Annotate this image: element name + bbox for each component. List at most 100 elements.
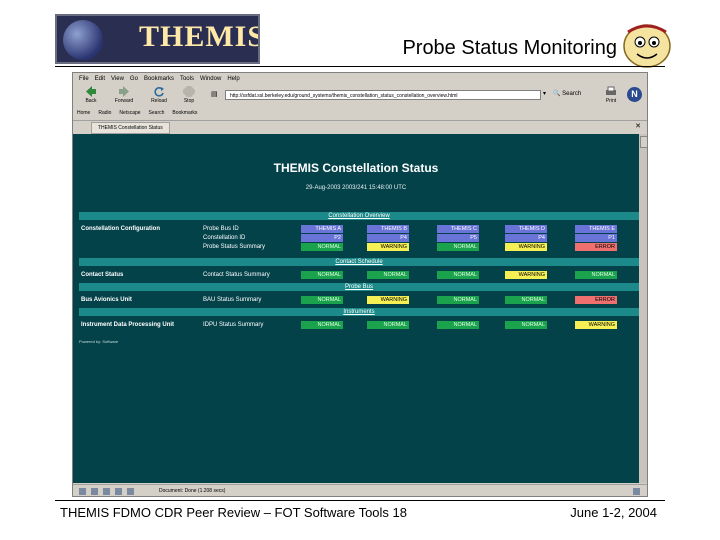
bookmark-search[interactable]: Search xyxy=(149,108,165,118)
header-rule xyxy=(55,66,665,67)
reload-icon xyxy=(154,87,164,97)
tab-bar: THEMIS Constellation Status ✕ xyxy=(73,120,647,134)
status-message: Document: Done (1.208 secs) xyxy=(159,488,226,494)
contact-status-cell-3: NORMAL xyxy=(437,271,479,279)
status-summary-cell-1: NORMAL xyxy=(301,243,343,251)
constellation-id-cell-3: P5 xyxy=(437,234,479,242)
row-label-bus-avionics-unit: Bus Avionics Unit xyxy=(81,297,132,303)
stop-icon xyxy=(183,86,195,97)
composer-icon xyxy=(103,488,110,495)
page-icon: ▤ xyxy=(211,91,218,98)
section-constellation-overview[interactable]: Constellation Overview xyxy=(79,212,639,220)
metric-idpu-status-summary: IDPU Status Summary xyxy=(203,322,264,328)
url-field[interactable]: http://ssfdat.ssl.berkeley.edu/ground_sy… xyxy=(225,90,541,100)
status-summary-cell-2: WARNING xyxy=(367,243,409,251)
mascot-logo xyxy=(623,24,671,68)
bookmark-home[interactable]: Home xyxy=(77,108,90,118)
row-label-constellation-configuration: Constellation Configuration xyxy=(81,226,160,232)
stop-button[interactable]: Stop xyxy=(177,85,201,107)
logo-text: THEMIS xyxy=(139,20,260,53)
constellation-id-cell-2: P4 xyxy=(367,234,409,242)
probe-id-cell-2: THEMIS B xyxy=(367,225,409,233)
metric-contact-status-summary: Contact Status Summary xyxy=(203,272,270,278)
status-bar: Document: Done (1.208 secs) xyxy=(73,484,647,496)
page-title: THEMIS Constellation Status xyxy=(273,161,439,175)
probe-id-cell-1: THEMIS A xyxy=(301,225,343,233)
section-contact-schedule[interactable]: Contact Schedule xyxy=(79,258,639,266)
probe-id-cell-4: THEMIS D xyxy=(505,225,547,233)
bau-status-cell-3: NORMAL xyxy=(437,296,479,304)
row-label-contact-status: Contact Status xyxy=(81,272,124,278)
navigation-toolbar: Back Forward Reload Stop ▤ http://ssfdat… xyxy=(77,85,643,107)
footer-rule xyxy=(55,500,665,501)
slide-title: Probe Status Monitoring xyxy=(402,37,617,59)
idpu-status-cell-2: NORMAL xyxy=(367,321,409,329)
row-label-idpu: Instrument Data Processing Unit xyxy=(81,322,175,328)
constellation-id-cell-4: P4 xyxy=(505,234,547,242)
menu-bookmarks[interactable]: Bookmarks xyxy=(144,75,174,84)
addressbook-icon xyxy=(115,488,122,495)
section-probe-bus[interactable]: Probe Bus xyxy=(79,283,639,291)
powered-by-note: Powered by: Software xyxy=(79,339,119,344)
forward-arrow-icon xyxy=(119,86,129,97)
online-status-icon xyxy=(633,488,640,495)
contact-status-cell-1: NORMAL xyxy=(301,271,343,279)
menu-view[interactable]: View xyxy=(111,75,124,84)
status-summary-cell-4: WARNING xyxy=(505,243,547,251)
planet-graphic xyxy=(63,20,103,60)
forward-button[interactable]: Forward xyxy=(109,85,139,107)
bookmarks-toolbar: Home Radio Netscape Search Bookmarks xyxy=(77,108,197,118)
reload-button[interactable]: Reload xyxy=(147,85,171,107)
idpu-status-cell-4: NORMAL xyxy=(505,321,547,329)
print-button[interactable]: Print xyxy=(601,85,621,107)
footer-left-text: THEMIS FDMO CDR Peer Review – FOT Softwa… xyxy=(60,505,408,520)
tab-constellation-status[interactable]: THEMIS Constellation Status xyxy=(91,122,170,134)
probe-id-cell-3: THEMIS C xyxy=(437,225,479,233)
contact-status-cell-5: NORMAL xyxy=(575,271,617,279)
close-tab-icon[interactable]: ✕ xyxy=(635,122,641,130)
security-icon xyxy=(79,488,86,495)
search-button[interactable]: 🔍 Search xyxy=(553,88,593,101)
bookmark-netscape[interactable]: Netscape xyxy=(119,108,140,118)
idpu-status-cell-3: NORMAL xyxy=(437,321,479,329)
url-dropdown-icon[interactable]: ▾ xyxy=(543,90,546,97)
page-timestamp: 29-Aug-2003 2003/241 15:48:00 UTC xyxy=(305,185,407,191)
bau-status-cell-1: NORMAL xyxy=(301,296,343,304)
metric-probe-bus-id: Probe Bus ID xyxy=(203,226,239,232)
browser-window: File Edit View Go Bookmarks Tools Window… xyxy=(72,72,648,497)
metric-constellation-id: Constellation ID xyxy=(203,235,246,241)
idpu-status-cell-1: NORMAL xyxy=(301,321,343,329)
bookmark-bookmarks[interactable]: Bookmarks xyxy=(172,108,197,118)
vertical-scrollbar[interactable] xyxy=(639,134,647,483)
bookmark-radio[interactable]: Radio xyxy=(98,108,111,118)
constellation-id-cell-5: P1 xyxy=(575,234,617,242)
bau-status-cell-4: NORMAL xyxy=(505,296,547,304)
themis-logo: THEMIS xyxy=(55,14,260,64)
chat-icon xyxy=(127,488,134,495)
contact-status-cell-2: NORMAL xyxy=(367,271,409,279)
back-button[interactable]: Back xyxy=(79,85,103,107)
menu-help[interactable]: Help xyxy=(227,75,239,84)
mail-icon xyxy=(91,488,98,495)
section-instruments[interactable]: Instruments xyxy=(79,308,639,316)
menu-tools[interactable]: Tools xyxy=(180,75,194,84)
scrollbar-thumb[interactable] xyxy=(640,136,647,148)
metric-bau-status-summary: BAU Status Summary xyxy=(203,297,262,303)
menu-edit[interactable]: Edit xyxy=(95,75,105,84)
bau-status-cell-2: WARNING xyxy=(367,296,409,304)
menu-window[interactable]: Window xyxy=(200,75,221,84)
metric-probe-status-summary: Probe Status Summary xyxy=(203,244,266,250)
netscape-logo-icon: N xyxy=(627,87,642,102)
bau-status-cell-5: ERROR xyxy=(575,296,617,304)
constellation-id-cell-1: P2 xyxy=(301,234,343,242)
idpu-status-cell-5: WARNING xyxy=(575,321,617,329)
status-summary-cell-3: NORMAL xyxy=(437,243,479,251)
menu-bar: File Edit View Go Bookmarks Tools Window… xyxy=(79,75,240,84)
contact-status-cell-4: WARNING xyxy=(505,271,547,279)
status-summary-cell-5: ERROR xyxy=(575,243,617,251)
footer-date: June 1-2, 2004 xyxy=(570,505,657,520)
printer-icon xyxy=(606,86,616,95)
menu-file[interactable]: File xyxy=(79,75,89,84)
search-icon: 🔍 xyxy=(553,91,561,97)
menu-go[interactable]: Go xyxy=(130,75,138,84)
